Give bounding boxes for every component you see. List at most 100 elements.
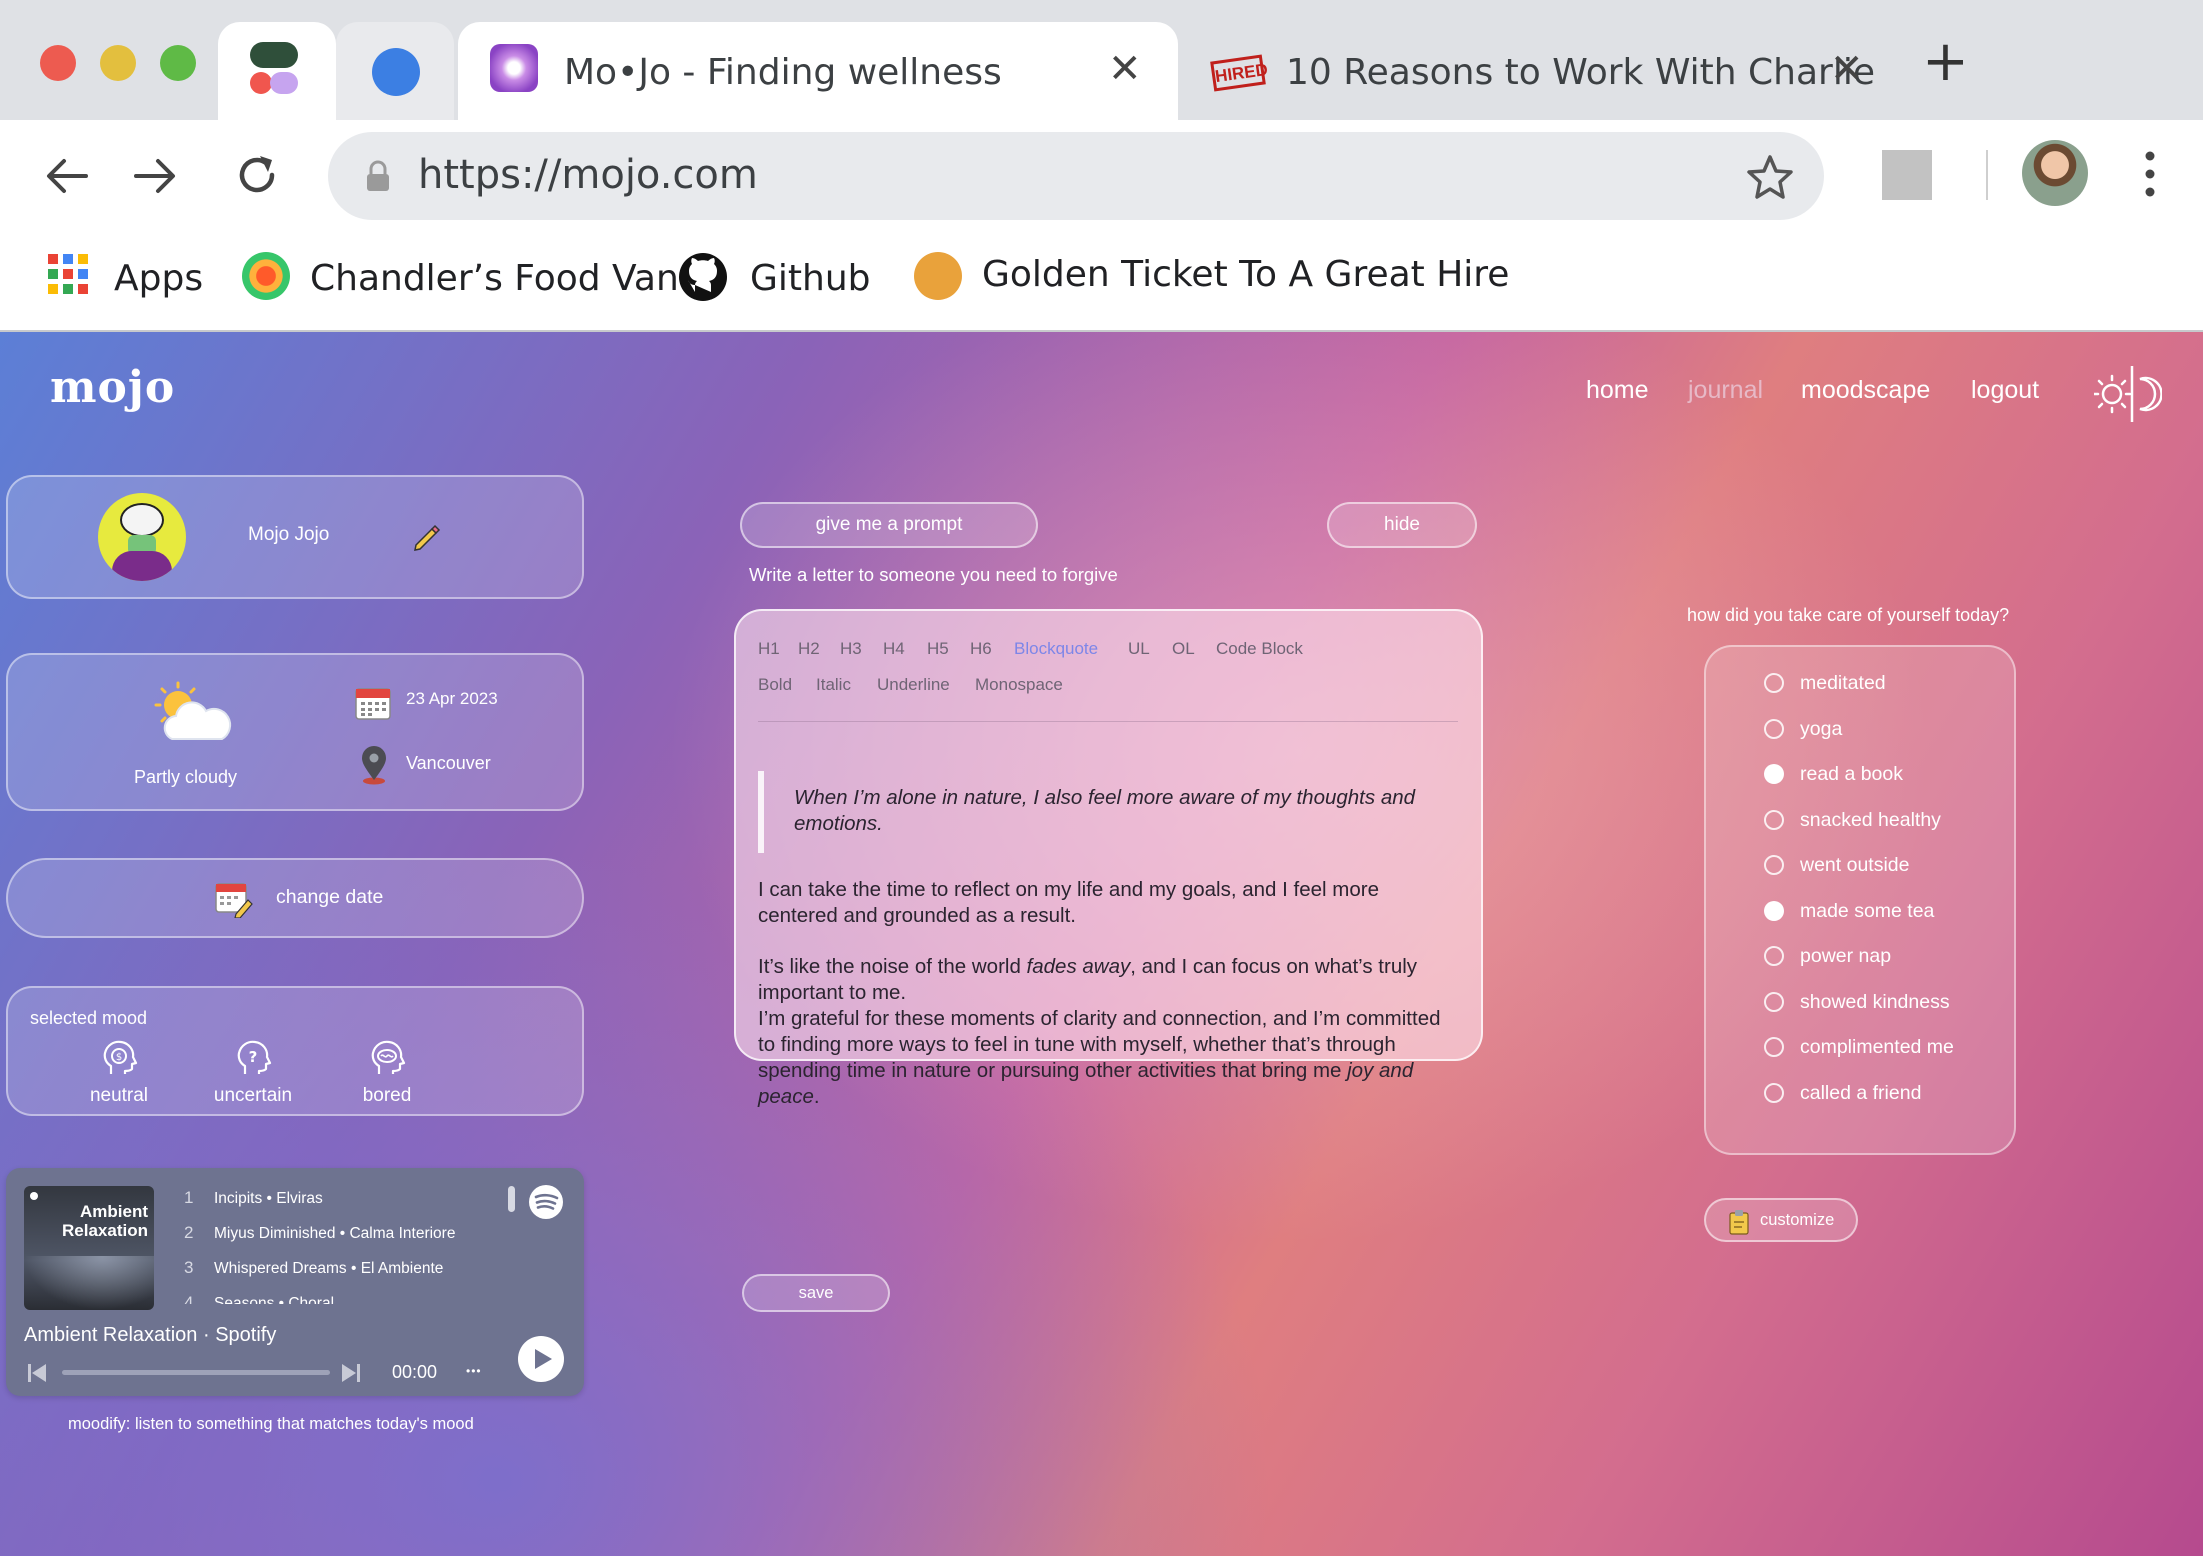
radio-unchecked[interactable] xyxy=(1764,1082,1784,1103)
nav-home[interactable]: home xyxy=(1586,376,1649,405)
selfcare-item[interactable]: went outside xyxy=(1764,854,2004,901)
progress-bar[interactable] xyxy=(62,1370,330,1375)
toolbar-ul[interactable]: UL xyxy=(1128,639,1150,659)
editor-paragraph: I can take the time to reflect on my lif… xyxy=(758,878,1379,927)
pinned-tab-figma[interactable] xyxy=(218,22,336,120)
zoom-window-button[interactable] xyxy=(160,45,196,81)
close-icon[interactable]: ✕ xyxy=(1108,46,1142,92)
toolbar-blockquote[interactable]: Blockquote xyxy=(1014,639,1098,659)
toolbar-underline[interactable]: Underline xyxy=(877,675,950,695)
nav-moodscape[interactable]: moodscape xyxy=(1801,376,1930,405)
selfcare-item[interactable]: read a book xyxy=(1764,763,2004,810)
selfcare-item[interactable]: showed kindness xyxy=(1764,991,2004,1038)
tab-charlie[interactable]: HIRED 10 Reasons to Work With Charlie ✕ xyxy=(1180,22,1875,120)
figma-icon-part xyxy=(270,72,298,94)
toolbar-h2[interactable]: H2 xyxy=(798,639,820,659)
avatar[interactable] xyxy=(98,493,186,581)
bookmark-food-van[interactable]: Chandler’s Food Van xyxy=(310,258,679,299)
extension-icon[interactable] xyxy=(1882,150,1932,200)
partly-cloudy-icon xyxy=(154,681,232,740)
radio-unchecked[interactable] xyxy=(1764,855,1784,875)
address-bar[interactable]: https://mojo.com xyxy=(328,132,1824,220)
pinned-tab-blue[interactable] xyxy=(336,22,454,120)
play-button[interactable] xyxy=(518,1336,564,1382)
selfcare-item[interactable]: power nap xyxy=(1764,945,2004,992)
forward-arrow-icon[interactable] xyxy=(132,156,178,196)
spotify-logo-icon[interactable] xyxy=(528,1184,564,1220)
play-icon xyxy=(535,1349,552,1369)
editor-paragraph: I’m grateful for these moments of clarit… xyxy=(758,1007,1441,1108)
toolbar-h4[interactable]: H4 xyxy=(883,639,905,659)
nav-logout[interactable]: logout xyxy=(1971,376,2039,405)
new-tab-button[interactable]: + xyxy=(1922,34,1969,90)
browser-toolbar: https://mojo.com xyxy=(0,120,2203,232)
mojo-app: mojo home journal moodscape logout Mojo … xyxy=(0,332,2203,1556)
calendar-icon xyxy=(355,688,391,720)
next-track-icon[interactable] xyxy=(340,1362,362,1384)
radio-unchecked[interactable] xyxy=(1764,673,1784,693)
save-button[interactable]: save xyxy=(742,1274,890,1312)
mood-label: uncertain xyxy=(213,1085,293,1106)
selfcare-item[interactable]: made some tea xyxy=(1764,900,2004,947)
nav-journal[interactable]: journal xyxy=(1688,376,1763,405)
radio-unchecked[interactable] xyxy=(1764,718,1784,739)
star-icon[interactable] xyxy=(1746,154,1794,200)
tab-mojo[interactable]: Mo•Jo - Finding wellness ✕ xyxy=(458,22,1178,120)
mood-label: bored xyxy=(362,1085,412,1106)
theme-toggle-icon[interactable] xyxy=(2094,362,2162,426)
track-scrollbar[interactable] xyxy=(508,1186,515,1212)
toolbar-h3[interactable]: H3 xyxy=(840,639,862,659)
radio-unchecked[interactable] xyxy=(1764,1037,1784,1057)
minimize-window-button[interactable] xyxy=(100,45,136,81)
bookmark-github[interactable]: Github xyxy=(750,258,871,299)
toolbar-bold[interactable]: Bold xyxy=(758,675,792,695)
radio-checked[interactable] xyxy=(1764,900,1784,921)
toolbar-h1[interactable]: H1 xyxy=(758,639,780,659)
selfcare-item[interactable]: called a friend xyxy=(1764,1082,2004,1129)
figma-icon xyxy=(250,42,298,68)
selfcare-item[interactable]: complimented me xyxy=(1764,1036,2004,1083)
change-date-button[interactable]: change date xyxy=(6,858,584,938)
selfcare-item-label: read a book xyxy=(1800,763,1903,785)
give-prompt-button[interactable]: give me a prompt xyxy=(740,502,1038,548)
more-options-icon[interactable]: ••• xyxy=(466,1364,482,1378)
radio-unchecked[interactable] xyxy=(1764,946,1784,966)
golden-ticket-icon xyxy=(914,252,962,300)
mood-bored[interactable]: bored xyxy=(332,1038,442,1107)
toolbar-italic[interactable]: Italic xyxy=(816,675,851,695)
weather-card: Partly cloudy 23 Apr 2023 Vancouver xyxy=(6,653,584,811)
toolbar-monospace[interactable]: Monospace xyxy=(975,675,1063,695)
selfcare-item[interactable]: meditated xyxy=(1764,672,2004,719)
close-window-button[interactable] xyxy=(40,45,76,81)
toolbar-ol[interactable]: OL xyxy=(1172,639,1195,659)
radio-unchecked[interactable] xyxy=(1764,809,1784,830)
bookmark-apps[interactable]: Apps xyxy=(114,258,203,299)
toolbar-h5[interactable]: H5 xyxy=(927,639,949,659)
back-arrow-icon[interactable] xyxy=(44,156,90,196)
hide-prompt-button[interactable]: hide xyxy=(1327,502,1477,548)
mood-neutral[interactable]: $ neutral xyxy=(64,1038,174,1107)
bookmark-golden-ticket[interactable]: Golden Ticket To A Great Hire xyxy=(982,254,1509,295)
reload-icon[interactable] xyxy=(232,150,282,200)
kebab-menu-icon[interactable] xyxy=(2140,148,2160,204)
selfcare-item-label: power nap xyxy=(1800,945,1892,967)
customize-button[interactable]: customize xyxy=(1704,1198,1858,1242)
playlist-cover[interactable]: Ambient Relaxation xyxy=(24,1186,154,1310)
toolbar-code-block[interactable]: Code Block xyxy=(1216,639,1303,659)
radio-checked[interactable] xyxy=(1764,764,1784,784)
pencil-icon[interactable] xyxy=(410,521,442,553)
selfcare-item[interactable]: yoga xyxy=(1764,717,2004,765)
radio-unchecked[interactable] xyxy=(1764,991,1784,1012)
change-date-label: change date xyxy=(276,886,384,908)
selfcare-item[interactable]: snacked healthy xyxy=(1764,809,2004,856)
mojo-logo[interactable]: mojo xyxy=(50,362,175,413)
close-icon[interactable]: ✕ xyxy=(1830,46,1864,92)
profile-avatar[interactable] xyxy=(2022,140,2088,206)
cover-title: Ambient Relaxation xyxy=(62,1202,148,1240)
bored-mood-icon xyxy=(371,1040,406,1074)
previous-track-icon[interactable] xyxy=(26,1362,48,1384)
mood-uncertain[interactable]: ? uncertain xyxy=(198,1038,308,1107)
selfcare-item-label: yoga xyxy=(1800,717,1843,740)
journal-editor[interactable]: H1 H2 H3 H4 H5 H6 Blockquote UL OL Code … xyxy=(734,609,1483,1108)
toolbar-h6[interactable]: H6 xyxy=(970,639,992,659)
